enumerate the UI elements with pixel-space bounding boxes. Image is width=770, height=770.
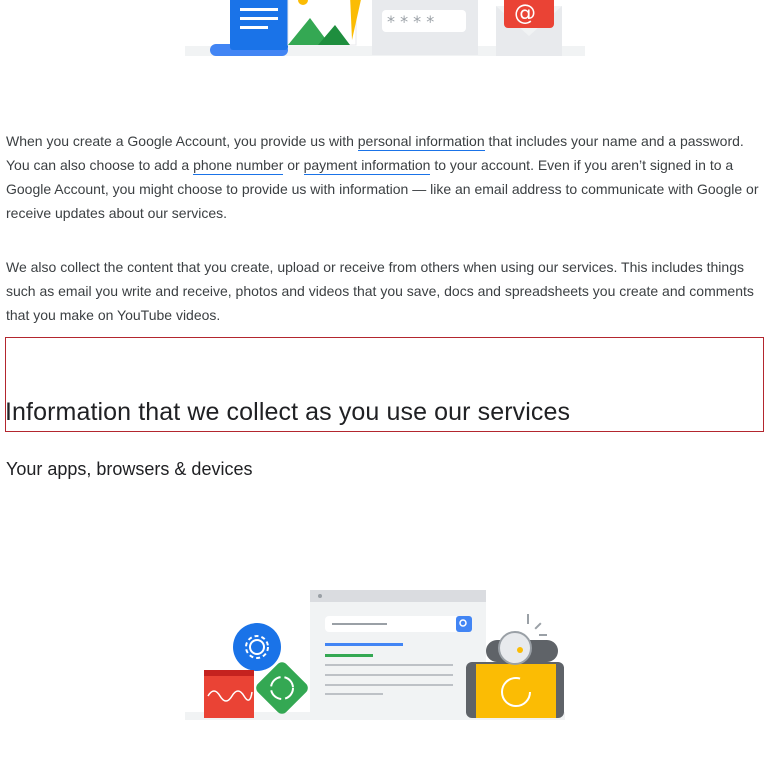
payment-information-link[interactable]: payment information (303, 157, 431, 175)
personal-information-link[interactable]: personal information (357, 133, 485, 151)
p1-text-3: or (283, 157, 304, 173)
browser-window-icon (310, 590, 486, 718)
account-info-paragraph: When you create a Google Account, you pr… (6, 129, 764, 225)
section-title: Information that we collect as you use o… (5, 398, 571, 426)
password-field-icon: * * * * (372, 0, 478, 55)
email-envelope-icon: @ (496, 0, 562, 56)
subsection-title: Your apps, browsers & devices (6, 459, 253, 479)
photo-icon (287, 0, 361, 46)
account-info-illustration: * * * * @ (185, 0, 585, 56)
smartwatch-icon (486, 614, 558, 665)
settings-gear-icon (233, 623, 281, 671)
content-collection-paragraph: We also collect the content that you cre… (6, 259, 754, 323)
waveform-icon (204, 670, 254, 718)
phone-number-link[interactable]: phone number (193, 157, 284, 175)
document-icon (210, 0, 288, 56)
apps-devices-illustration (185, 590, 565, 720)
svg-text:@: @ (514, 1, 536, 26)
svg-text:* * * *: * * * * (387, 12, 434, 31)
p1-text-1: When you create a Google Account, you pr… (6, 133, 358, 149)
phone-icon (466, 662, 564, 718)
